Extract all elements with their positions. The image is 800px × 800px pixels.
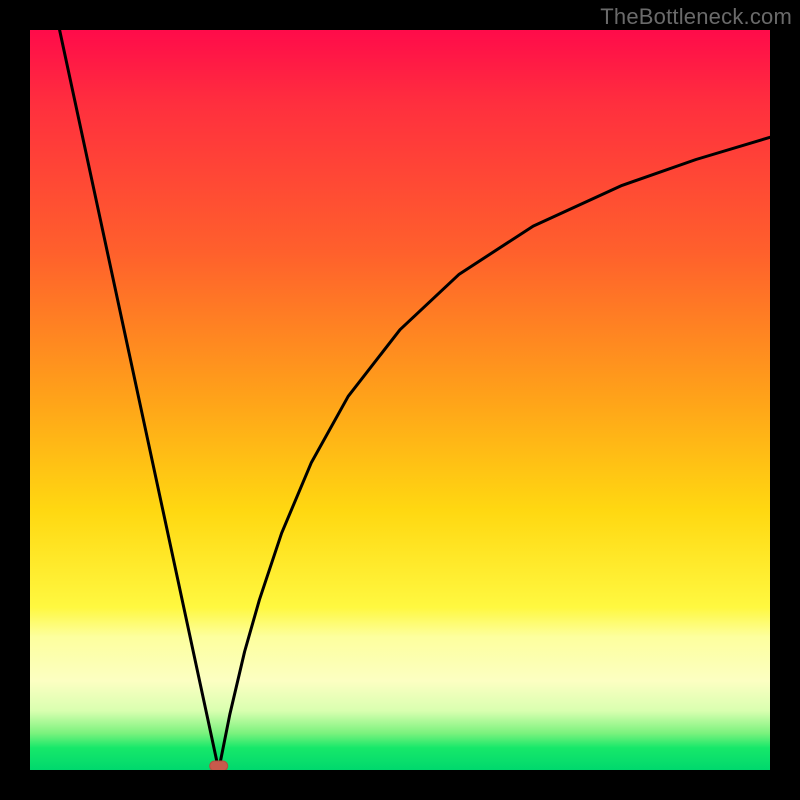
watermark-text: TheBottleneck.com	[600, 4, 792, 30]
minimum-marker	[210, 761, 228, 770]
chart-frame: TheBottleneck.com	[0, 0, 800, 800]
plot-area	[30, 30, 770, 770]
curve-right-branch	[219, 137, 770, 770]
curve-layer	[30, 30, 770, 770]
curve-left-branch	[60, 30, 219, 770]
